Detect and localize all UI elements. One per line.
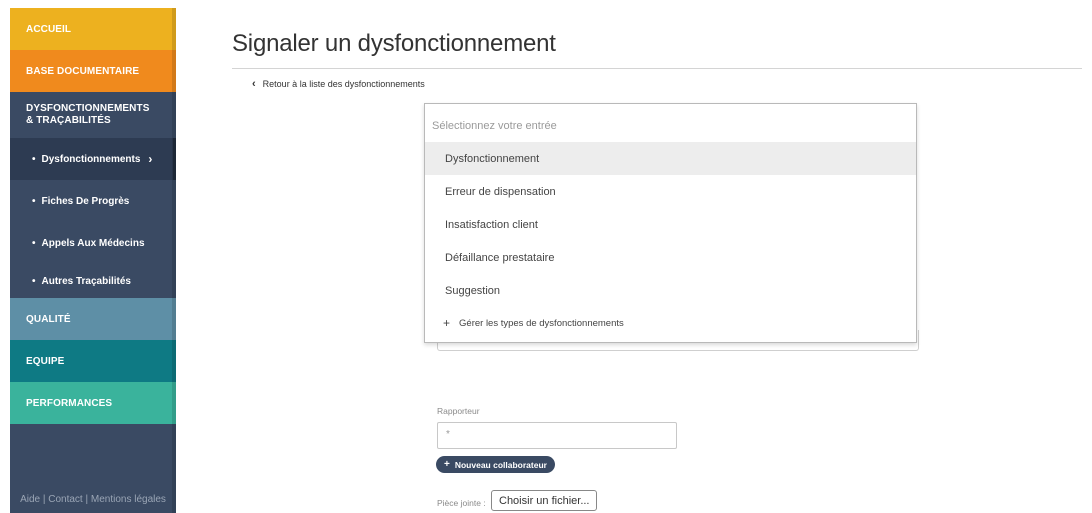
dropdown-option-suggestion[interactable]: Suggestion: [425, 274, 916, 307]
sidebar-footer-links[interactable]: Aide | Contact | Mentions légales: [10, 494, 176, 505]
type-dropdown-menu: Sélectionnez votre entrée Dysfonctionnem…: [424, 103, 917, 343]
dropdown-option-dysfonctionnement[interactable]: Dysfonctionnement: [425, 142, 916, 175]
back-link-label: Retour à la liste des dysfonctionnements: [262, 79, 425, 89]
dropdown-placeholder: Sélectionnez votre entrée: [432, 120, 557, 132]
nav-accueil[interactable]: ACCUEIL: [10, 8, 176, 50]
back-to-list-link[interactable]: ‹ Retour à la liste des dysfonctionnemen…: [252, 78, 425, 90]
bullet-icon: •: [32, 237, 36, 249]
sidebar-item-label: Fiches De Progrès: [41, 195, 130, 207]
plus-icon: +: [444, 459, 450, 470]
plus-icon: +: [443, 316, 451, 330]
nav-accueil-label: ACCUEIL: [26, 23, 72, 35]
bullet-icon: •: [32, 275, 36, 287]
sidebar-item-label: Appels Aux Médecins: [41, 237, 145, 249]
dropdown-option-defaillance-prestataire[interactable]: Défaillance prestataire: [425, 241, 916, 274]
choose-file-button[interactable]: Choisir un fichier...: [491, 490, 598, 511]
nav-performances[interactable]: PERFORMANCES: [10, 382, 176, 424]
sidebar-item-label: Autres Traçabilités: [41, 275, 131, 287]
nav-performances-label: PERFORMANCES: [26, 397, 113, 409]
sidebar-item-label: Dysfonctionnements: [41, 153, 141, 165]
nav-dysf-label: DYSFONCTIONNEMENTS & TRAÇABILITÉS: [26, 103, 149, 127]
new-collaborator-label: Nouveau collaborateur: [454, 459, 547, 470]
nav-qualite[interactable]: QUALITÉ: [10, 298, 176, 340]
manage-types-link[interactable]: + Gérer les types de dysfonctionnements: [443, 316, 624, 330]
dropdown-option-erreur-de-dispensation[interactable]: Erreur de dispensation: [425, 175, 916, 208]
nav-base-documentaire[interactable]: BASE DOCUMENTAIRE: [10, 50, 176, 92]
bullet-icon: •: [32, 153, 36, 165]
sidebar-item-fiches-de-progres[interactable]: • Fiches De Progrès: [10, 180, 176, 222]
nav-dysf-line2: & TRAÇABILITÉS: [26, 115, 111, 126]
rapporteur-label: Rapporteur: [437, 406, 480, 416]
nav-equipe-label: EQUIPE: [26, 355, 65, 367]
title-divider: [232, 68, 1082, 69]
nav-base-documentaire-label: BASE DOCUMENTAIRE: [26, 65, 140, 77]
rapporteur-input[interactable]: *: [437, 422, 677, 449]
sidebar: ACCUEIL BASE DOCUMENTAIRE DYSFONCTIONNEM…: [10, 8, 176, 513]
dropdown-option-insatisfaction-client[interactable]: Insatisfaction client: [425, 208, 916, 241]
nav-dysfonctionnements-tracabilites[interactable]: DYSFONCTIONNEMENTS & TRAÇABILITÉS: [10, 92, 176, 138]
new-collaborator-button[interactable]: + Nouveau collaborateur: [436, 456, 555, 473]
nav-equipe[interactable]: EQUIPE: [10, 340, 176, 382]
page-title: Signaler un dysfonctionnement: [232, 30, 556, 57]
attachment-label: Pièce jointe :: [437, 498, 486, 508]
sidebar-item-autres-tracabilites[interactable]: • Autres Traçabilités: [10, 264, 176, 298]
nav-dysf-line1: DYSFONCTIONNEMENTS: [26, 103, 150, 114]
manage-types-label: Gérer les types de dysfonctionnements: [459, 317, 624, 329]
bullet-icon: •: [32, 195, 36, 207]
nav-qualite-label: QUALITÉ: [26, 313, 71, 325]
sidebar-edge: [172, 8, 176, 513]
chevron-left-icon: ‹: [252, 78, 256, 90]
sidebar-item-appels-aux-medecins[interactable]: • Appels Aux Médecins: [10, 222, 176, 264]
sidebar-item-dysfonctionnements[interactable]: • Dysfonctionnements ›: [10, 138, 176, 180]
chevron-right-icon: ›: [148, 152, 153, 166]
